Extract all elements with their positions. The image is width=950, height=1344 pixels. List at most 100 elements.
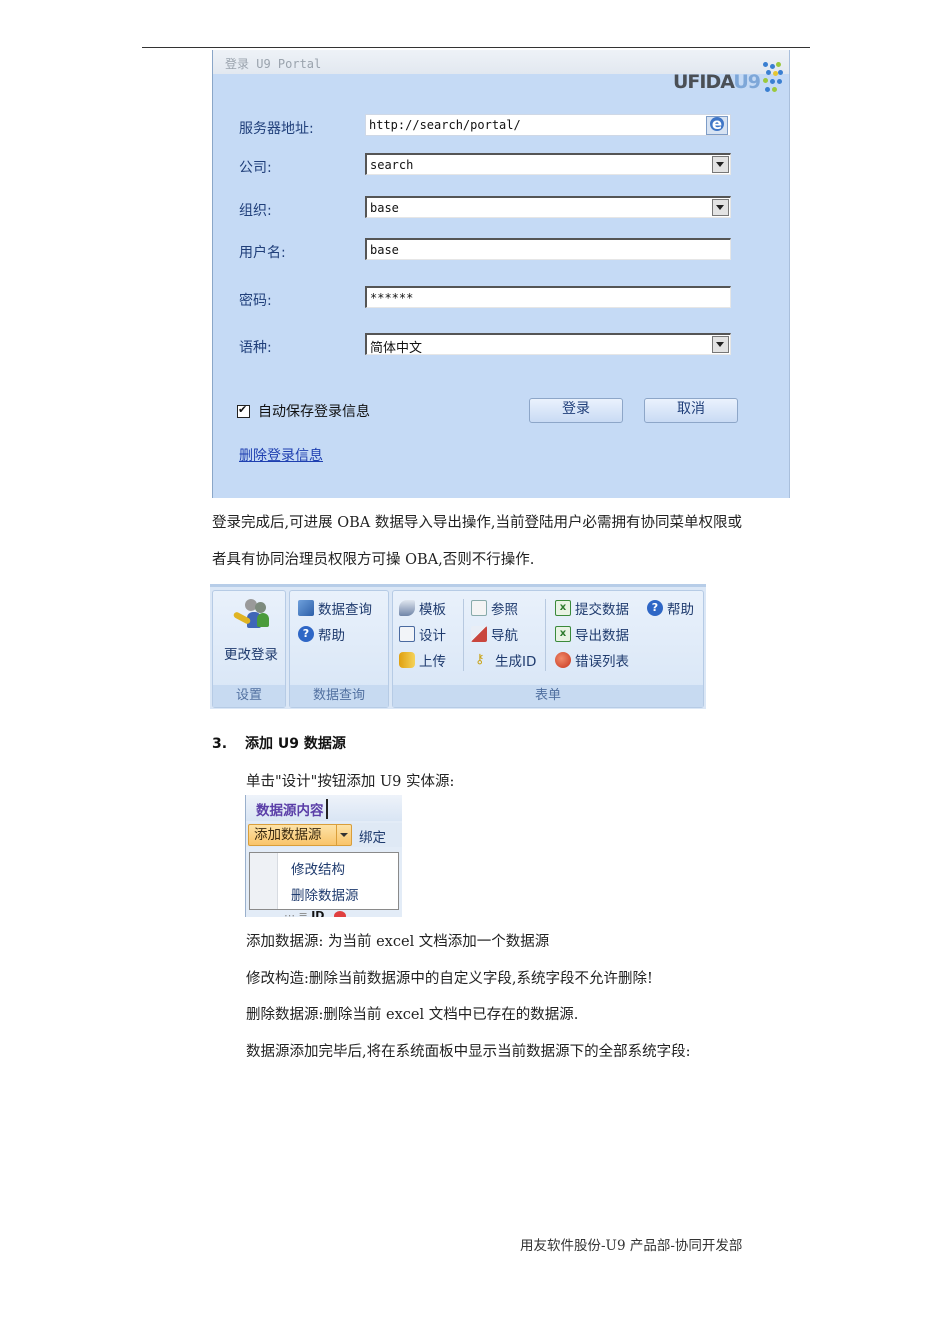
error-list-button[interactable]: 错误列表 bbox=[555, 650, 629, 670]
data-query-label: 数据查询 bbox=[318, 602, 372, 618]
ribbon-separator bbox=[545, 599, 546, 671]
language-value: 简体中文 bbox=[370, 341, 423, 356]
template-button[interactable]: 模板 bbox=[399, 598, 446, 618]
password-input[interactable]: ****** bbox=[365, 286, 731, 308]
export-data-button[interactable]: x 导出数据 bbox=[555, 624, 629, 644]
cancel-button[interactable]: 取消 bbox=[644, 398, 738, 423]
generate-id-label: 生成ID bbox=[495, 654, 537, 670]
upload-button[interactable]: 上传 bbox=[399, 650, 446, 670]
password-label: 密码: bbox=[239, 293, 272, 309]
data-query-button[interactable]: 数据查询 bbox=[298, 598, 372, 618]
data-query-icon bbox=[298, 600, 314, 616]
add-datasource-label: 添加数据源 bbox=[254, 827, 322, 843]
auto-save-label: 自动保存登录信息 bbox=[258, 404, 370, 420]
bind-button[interactable]: 绑定 bbox=[359, 826, 386, 846]
language-label: 语种: bbox=[239, 340, 272, 356]
help-label: 帮助 bbox=[318, 628, 345, 644]
organization-select[interactable]: base bbox=[365, 196, 731, 218]
username-input[interactable]: base bbox=[365, 238, 731, 260]
organization-label: 组织: bbox=[239, 203, 272, 219]
key-icon: ⚷ bbox=[475, 652, 485, 667]
description-delete: 删除数据源:删除当前 excel 文档中已存在的数据源. bbox=[246, 1007, 579, 1023]
menu-gutter bbox=[250, 853, 278, 909]
ufida-u9-logo: UFIDAU9 bbox=[673, 56, 783, 96]
chevron-down-icon[interactable] bbox=[336, 825, 351, 845]
company-select[interactable]: search bbox=[365, 153, 731, 175]
excel-export-icon: x bbox=[555, 626, 571, 642]
login-dialog: 登录 U9 Portal UFIDAU9 服务器地址: http://searc… bbox=[212, 50, 790, 498]
language-row: 语种: 简体中文 bbox=[213, 333, 789, 359]
upload-label: 上传 bbox=[419, 654, 446, 670]
company-value: search bbox=[370, 158, 414, 172]
auto-save-row: 自动保存登录信息 bbox=[237, 401, 370, 421]
company-label: 公司: bbox=[239, 160, 272, 176]
error-list-icon bbox=[555, 652, 571, 668]
datasource-dropdown-menu: 修改结构 删除数据源 bbox=[249, 852, 399, 910]
username-label: 用户名: bbox=[239, 245, 286, 261]
ribbon-group-label: 表单 bbox=[393, 685, 703, 707]
navigation-button[interactable]: 导航 bbox=[471, 624, 518, 644]
ribbon-group-label: 设置 bbox=[213, 685, 285, 707]
form-help-label: 帮助 bbox=[667, 602, 694, 618]
section-intro: 单击"设计"按钮添加 U9 实体源: bbox=[246, 774, 455, 790]
design-icon bbox=[399, 626, 415, 642]
help-button[interactable]: ? 帮助 bbox=[298, 624, 345, 644]
ribbon-group-form: 模板 设计 上传 参照 导航 ⚷ 生成ID x 提交数据 x 导出数据 错误列表… bbox=[392, 590, 704, 708]
chevron-down-icon[interactable] bbox=[712, 156, 729, 173]
datasource-toolbar: 添加数据源 绑定 bbox=[246, 823, 402, 847]
page-footer: 用友软件股份-U9 产品部-协同开发部 bbox=[520, 1238, 743, 1254]
password-value: ****** bbox=[370, 291, 414, 305]
design-button[interactable]: 设计 bbox=[399, 624, 446, 644]
reference-label: 参照 bbox=[491, 602, 518, 618]
auto-save-checkbox[interactable] bbox=[237, 403, 250, 418]
error-list-label: 错误列表 bbox=[575, 654, 629, 670]
server-address-label: 服务器地址: bbox=[239, 121, 314, 137]
datasource-header-label: 数据源内容 bbox=[256, 799, 328, 819]
template-label: 模板 bbox=[419, 602, 446, 618]
language-select[interactable]: 简体中文 bbox=[365, 333, 731, 356]
submit-data-label: 提交数据 bbox=[575, 602, 629, 618]
export-data-label: 导出数据 bbox=[575, 628, 629, 644]
ie-browse-icon[interactable] bbox=[706, 116, 728, 135]
change-login-label: 更改登录 bbox=[224, 647, 278, 663]
paragraph-line-1: 登录完成后,可进展 OBA 数据导入导出操作,当前登陆用户必需拥有协同菜单权限或 bbox=[212, 515, 742, 531]
section-title: 添加 U9 数据源 bbox=[245, 736, 346, 752]
menu-item-modify-structure[interactable]: 修改结构 bbox=[291, 858, 345, 878]
change-login-button[interactable]: 更改登录 bbox=[219, 597, 283, 663]
login-button[interactable]: 登录 bbox=[529, 398, 623, 423]
submit-data-button[interactable]: x 提交数据 bbox=[555, 598, 629, 618]
username-row: 用户名: base bbox=[213, 238, 789, 264]
tree-fragment: ⋯ ≡ ID bbox=[284, 909, 347, 917]
design-label: 设计 bbox=[419, 628, 446, 644]
section-heading: 3. 添加 U9 数据源 bbox=[212, 733, 346, 753]
help-icon: ? bbox=[647, 600, 663, 616]
navigation-label: 导航 bbox=[491, 628, 518, 644]
server-address-value: http://search/portal/ bbox=[369, 118, 521, 132]
chevron-down-icon[interactable] bbox=[712, 199, 729, 216]
navigation-icon bbox=[471, 626, 487, 642]
header-rule bbox=[142, 47, 810, 48]
menu-item-delete-datasource[interactable]: 删除数据源 bbox=[291, 884, 359, 904]
upload-icon bbox=[399, 652, 415, 668]
excel-submit-icon: x bbox=[555, 600, 571, 616]
login-title: 登录 U9 Portal bbox=[225, 57, 322, 71]
server-address-input[interactable]: http://search/portal/ bbox=[365, 114, 731, 136]
logo-text-accent: U9 bbox=[733, 71, 761, 93]
company-row: 公司: search bbox=[213, 153, 789, 179]
generate-id-button[interactable]: ⚷ 生成ID bbox=[475, 650, 536, 670]
password-row: 密码: ****** bbox=[213, 286, 789, 312]
ribbon-group-label: 数据查询 bbox=[290, 685, 388, 707]
form-help-button[interactable]: ? 帮助 bbox=[647, 598, 694, 618]
datasource-header: 数据源内容 bbox=[246, 795, 402, 821]
description-modify: 修改构造:删除当前数据源中的自定义字段,系统字段不允许删除! bbox=[246, 971, 653, 987]
required-icon bbox=[334, 911, 347, 917]
chevron-down-icon[interactable] bbox=[712, 336, 729, 353]
organization-value: base bbox=[370, 201, 399, 215]
ribbon-group-data-query: 数据查询 ? 帮助 数据查询 bbox=[289, 590, 389, 708]
add-datasource-button[interactable]: 添加数据源 bbox=[248, 824, 352, 846]
reference-button[interactable]: 参照 bbox=[471, 598, 518, 618]
logo-dots-icon bbox=[761, 60, 783, 96]
reference-icon bbox=[471, 600, 487, 616]
description-add: 添加数据源: 为当前 excel 文档添加一个数据源 bbox=[246, 934, 550, 950]
delete-login-info-link[interactable]: 删除登录信息 bbox=[239, 445, 323, 465]
